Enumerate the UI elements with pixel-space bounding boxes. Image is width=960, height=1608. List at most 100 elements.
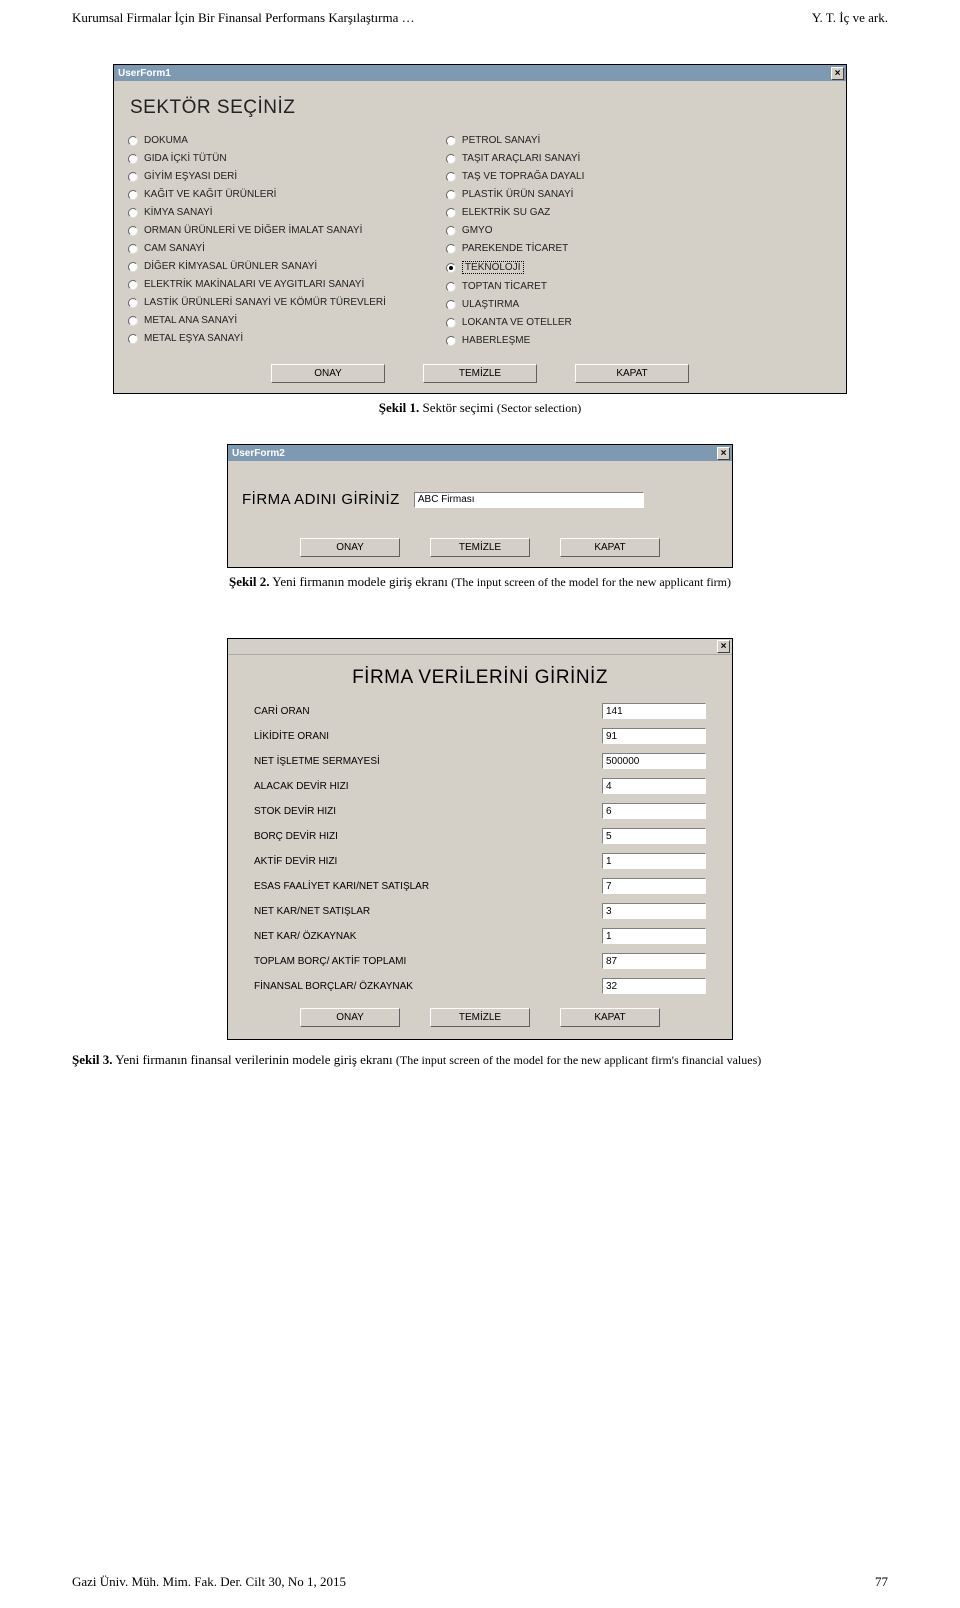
field-input[interactable]: 3	[602, 903, 706, 919]
field-input[interactable]: 87	[602, 953, 706, 969]
kapat-button[interactable]: KAPAT	[560, 538, 660, 557]
field-label: ALACAK DEVİR HIZI	[254, 781, 348, 792]
kapat-button[interactable]: KAPAT	[560, 1008, 660, 1027]
caption2-label: Şekil 2.	[229, 574, 269, 589]
radio-icon	[446, 263, 456, 273]
sector-radio[interactable]: HABERLEŞME	[446, 335, 584, 346]
field-input[interactable]: 1	[602, 928, 706, 944]
userform2-title: UserForm2	[232, 448, 285, 459]
sector-radio[interactable]: GMYO	[446, 225, 584, 236]
radio-icon	[446, 136, 456, 146]
radio-icon	[446, 226, 456, 236]
radio-icon	[446, 208, 456, 218]
close-icon[interactable]: ×	[717, 447, 730, 460]
sector-radio-label: TAŞIT ARAÇLARI SANAYİ	[462, 153, 580, 164]
temizle-button[interactable]: TEMİZLE	[430, 1008, 530, 1027]
sector-radio-label: DİĞER KİMYASAL ÜRÜNLER SANAYİ	[144, 261, 317, 272]
radio-icon	[446, 318, 456, 328]
sector-radio[interactable]: ORMAN ÜRÜNLERİ VE DİĞER İMALAT SANAYİ	[128, 225, 386, 236]
data-field-row: NET KAR/NET SATIŞLAR 3	[254, 903, 706, 919]
field-input[interactable]: 1	[602, 853, 706, 869]
sector-radio[interactable]: KAĞIT VE KAĞIT ÜRÜNLERİ	[128, 189, 386, 200]
sector-radio-label: HABERLEŞME	[462, 335, 530, 346]
sector-radio-label: LOKANTA VE OTELLER	[462, 317, 572, 328]
data-field-row: BORÇ DEVİR HIZI5	[254, 828, 706, 844]
sector-radio[interactable]: ELEKTRİK SU GAZ	[446, 207, 584, 218]
sector-radio-label: PLASTİK ÜRÜN SANAYİ	[462, 189, 574, 200]
radio-icon	[446, 172, 456, 182]
sector-radio-label: DOKUMA	[144, 135, 188, 146]
sector-radio[interactable]: PETROL SANAYİ	[446, 135, 584, 146]
sector-radio[interactable]: TEKNOLOJİ	[446, 261, 584, 274]
data-field-row: NET İŞLETME SERMAYESİ500000	[254, 753, 706, 769]
radio-icon	[128, 172, 138, 182]
userform2-dialog: UserForm2 × FİRMA ADINI GİRİNİZ ABC Firm…	[227, 444, 733, 568]
data-field-row: NET KAR/ ÖZKAYNAK1	[254, 928, 706, 944]
temizle-button[interactable]: TEMİZLE	[430, 538, 530, 557]
sector-radio[interactable]: CAM SANAYİ	[128, 243, 386, 254]
data-field-row: ALACAK DEVİR HIZI 4	[254, 778, 706, 794]
userform3-heading: FİRMA VERİLERİNİ GİRİNİZ	[254, 667, 706, 689]
sector-radio[interactable]: LOKANTA VE OTELLER	[446, 317, 584, 328]
temizle-button[interactable]: TEMİZLE	[423, 364, 537, 383]
field-label: NET KAR/NET SATIŞLAR	[254, 906, 370, 917]
sector-radio-label: ORMAN ÜRÜNLERİ VE DİĞER İMALAT SANAYİ	[144, 225, 362, 236]
sector-radio[interactable]: LASTİK ÜRÜNLERİ SANAYİ VE KÖMÜR TÜREVLER…	[128, 297, 386, 308]
sector-radio[interactable]: KİMYA SANAYİ	[128, 207, 386, 218]
radio-icon	[128, 262, 138, 272]
sector-radio[interactable]: TAŞ VE TOPRAĞA DAYALI	[446, 171, 584, 182]
sector-radio[interactable]: TOPTAN TİCARET	[446, 281, 584, 292]
caption2-tr: Yeni firmanın modele giriş ekranı	[272, 574, 451, 589]
radio-icon	[446, 282, 456, 292]
close-icon[interactable]: ×	[717, 640, 730, 653]
sector-radio[interactable]: METAL ANA SANAYİ	[128, 315, 386, 326]
sector-radio[interactable]: METAL EŞYA SANAYİ	[128, 333, 386, 344]
sector-radio[interactable]: ULAŞTIRMA	[446, 299, 584, 310]
field-input[interactable]: 500000	[602, 753, 706, 769]
radio-icon	[446, 336, 456, 346]
kapat-button[interactable]: KAPAT	[575, 364, 689, 383]
userform3-dialog: × FİRMA VERİLERİNİ GİRİNİZ CARİ ORAN141 L…	[227, 638, 733, 1040]
sector-radio-label: TOPTAN TİCARET	[462, 281, 547, 292]
caption1-label: Şekil 1.	[379, 400, 419, 415]
sector-radio[interactable]: TAŞIT ARAÇLARI SANAYİ	[446, 153, 584, 164]
radio-icon	[446, 154, 456, 164]
sector-radio[interactable]: DOKUMA	[128, 135, 386, 146]
radio-icon	[128, 244, 138, 254]
onay-button[interactable]: ONAY	[300, 1008, 400, 1027]
field-input[interactable]: 5	[602, 828, 706, 844]
field-label: ESAS FAALİYET KARI/NET SATIŞLAR	[254, 881, 429, 892]
radio-icon	[128, 208, 138, 218]
caption3-en: (The input screen of the model for the n…	[396, 1053, 761, 1067]
radio-icon	[128, 154, 138, 164]
sector-radio[interactable]: DİĞER KİMYASAL ÜRÜNLER SANAYİ	[128, 261, 386, 272]
field-input[interactable]: 91	[602, 728, 706, 744]
sector-radio-label: PAREKENDE TİCARET	[462, 243, 568, 254]
sector-radio-label: METAL EŞYA SANAYİ	[144, 333, 243, 344]
sector-radio[interactable]: GİYİM EŞYASI DERİ	[128, 171, 386, 182]
close-icon[interactable]: ×	[831, 67, 844, 80]
sector-radio[interactable]: PAREKENDE TİCARET	[446, 243, 584, 254]
sector-radio[interactable]: GIDA İÇKİ TÜTÜN	[128, 153, 386, 164]
caption1-tr: Sektör seçimi	[423, 400, 494, 415]
data-field-row: AKTİF DEVİR HIZI1	[254, 853, 706, 869]
firma-adi-label: FİRMA ADINI GİRİNİZ	[242, 491, 400, 508]
field-input[interactable]: 6	[602, 803, 706, 819]
sector-radio-label: METAL ANA SANAYİ	[144, 315, 237, 326]
sector-radio[interactable]: ELEKTRİK MAKİNALARI VE AYGITLARI SANAYİ	[128, 279, 386, 290]
onay-button[interactable]: ONAY	[300, 538, 400, 557]
field-input[interactable]: 32	[602, 978, 706, 994]
sector-radio-label: GIDA İÇKİ TÜTÜN	[144, 153, 227, 164]
field-input[interactable]: 7	[602, 878, 706, 894]
onay-button[interactable]: ONAY	[271, 364, 385, 383]
firma-adi-input[interactable]: ABC Firması	[414, 492, 644, 508]
field-label: LİKİDİTE ORANI	[254, 731, 329, 742]
header-left: Kurumsal Firmalar İçin Bir Finansal Perf…	[72, 10, 415, 26]
radio-icon	[128, 136, 138, 146]
sector-radio[interactable]: PLASTİK ÜRÜN SANAYİ	[446, 189, 584, 200]
data-field-row: CARİ ORAN141	[254, 703, 706, 719]
userform1-heading: SEKTÖR SEÇİNİZ	[130, 97, 832, 119]
field-input[interactable]: 141	[602, 703, 706, 719]
field-input[interactable]: 4	[602, 778, 706, 794]
sector-radio-label: TAŞ VE TOPRAĞA DAYALI	[462, 171, 584, 182]
